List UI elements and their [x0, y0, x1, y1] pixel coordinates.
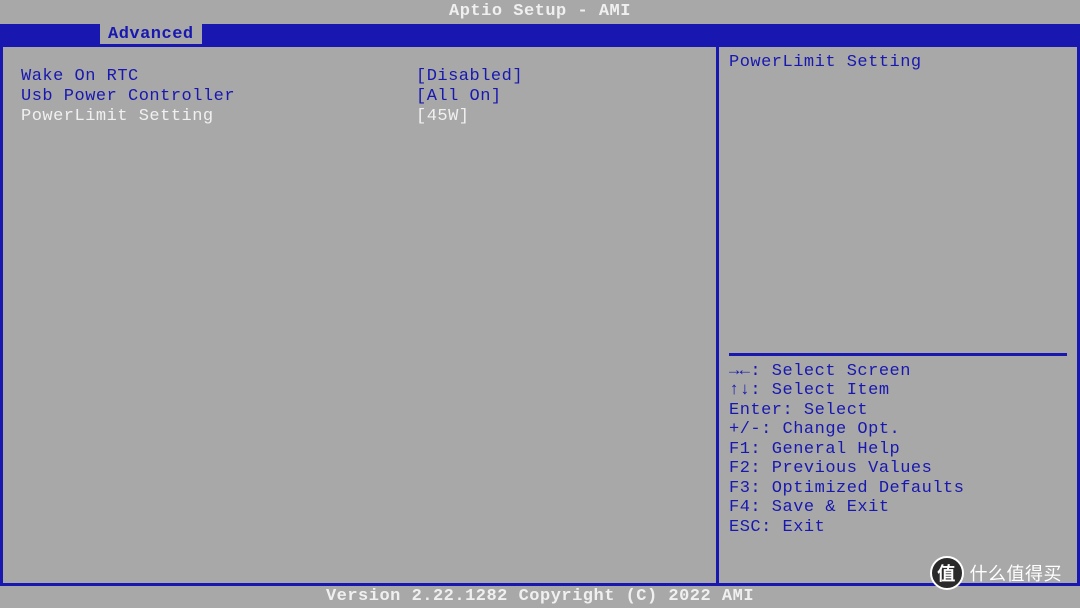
option-label: PowerLimit Setting [21, 107, 416, 127]
option-powerlimit-setting[interactable]: PowerLimit Setting [45W] [21, 107, 708, 127]
option-value: [All On] [416, 87, 708, 107]
option-wake-on-rtc[interactable]: Wake On RTC [Disabled] [21, 67, 708, 87]
help-key-f1: F1: General Help [729, 440, 1067, 460]
option-label: Usb Power Controller [21, 87, 416, 107]
help-key-change-opt: +/-: Change Opt. [729, 420, 1067, 440]
help-key-f3: F3: Optimized Defaults [729, 479, 1067, 499]
help-key-f2: F2: Previous Values [729, 459, 1067, 479]
help-key-enter: Enter: Select [729, 401, 1067, 421]
tab-advanced[interactable]: Advanced [100, 24, 202, 46]
help-key-f4: F4: Save & Exit [729, 498, 1067, 518]
help-key-select-item: ↑↓: Select Item [729, 381, 1067, 401]
content-panel: Wake On RTC [Disabled] Usb Power Control… [3, 44, 719, 583]
option-label: Wake On RTC [21, 67, 416, 87]
footer-version: Version 2.22.1282 Copyright (C) 2022 AMI [0, 586, 1080, 608]
option-usb-power-controller[interactable]: Usb Power Controller [All On] [21, 87, 708, 107]
main-area: Wake On RTC [Disabled] Usb Power Control… [0, 46, 1080, 586]
help-key-select-screen: →←: Select Screen [729, 362, 1067, 382]
option-value: [Disabled] [416, 67, 708, 87]
option-value: [45W] [416, 107, 708, 127]
help-keys: →←: Select Screen ↑↓: Select Item Enter:… [719, 349, 1077, 584]
help-description: PowerLimit Setting [719, 47, 1077, 349]
help-key-esc: ESC: Exit [729, 518, 1067, 538]
title-bar: Aptio Setup - AMI [0, 0, 1080, 24]
help-panel: PowerLimit Setting →←: Select Screen ↑↓:… [719, 44, 1077, 583]
help-divider [729, 353, 1067, 356]
tab-bar: Advanced [0, 24, 1080, 46]
